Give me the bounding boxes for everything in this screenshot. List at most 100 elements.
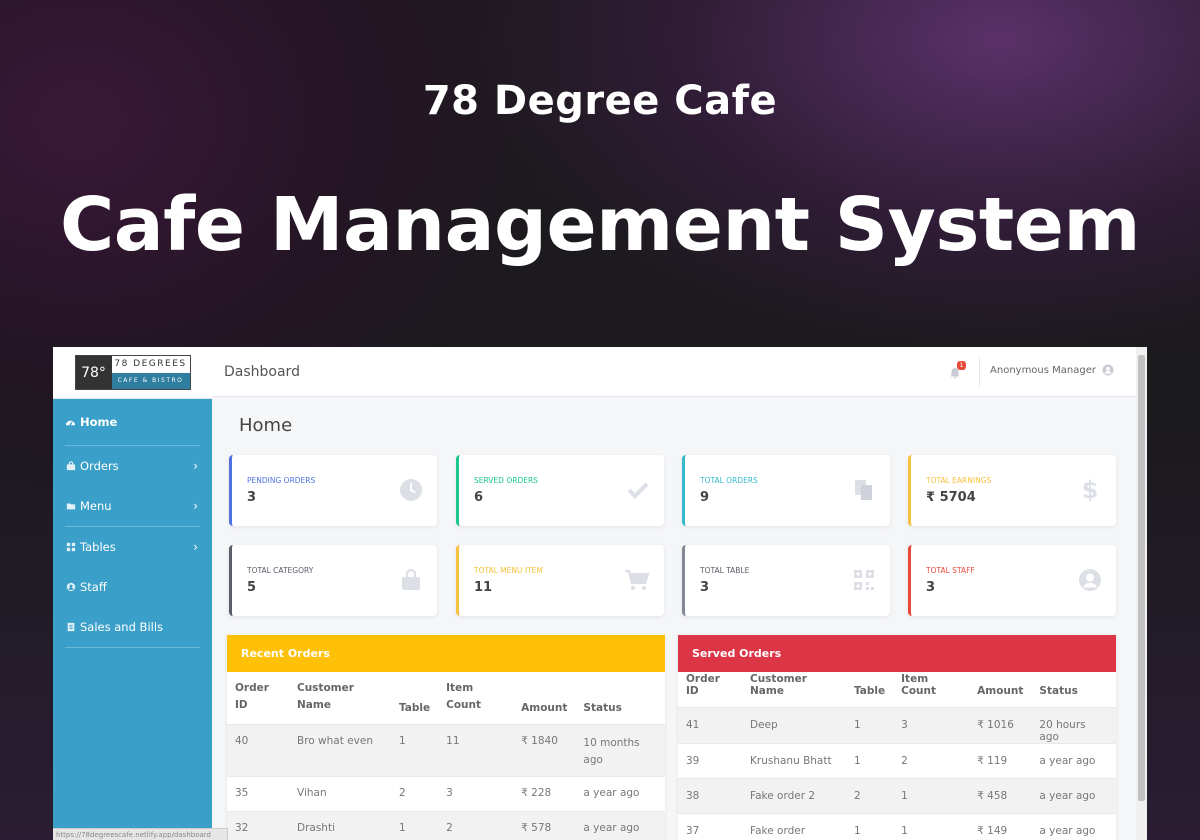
- stat-card-total-earnings[interactable]: TOTAL EARNINGS ₹ 5704 $: [908, 455, 1116, 526]
- cell-order-id: 35: [235, 786, 249, 799]
- stat-label: TOTAL TABLE: [700, 566, 750, 575]
- stat-card-total-table[interactable]: TOTAL TABLE 3: [682, 545, 890, 616]
- column-header[interactable]: Amount: [513, 672, 575, 724]
- stat-label: TOTAL ORDERS: [700, 476, 758, 485]
- notifications-button[interactable]: 1: [949, 361, 966, 383]
- cell-table: 1: [854, 754, 861, 767]
- cell-order-id: 40: [235, 734, 249, 747]
- cell-customer: Deep: [750, 718, 778, 731]
- cart-icon: [625, 569, 650, 590]
- stat-card-total-category[interactable]: TOTAL CATEGORY 5: [229, 545, 437, 616]
- stat-card-served-orders[interactable]: SERVED ORDERS 6: [456, 455, 664, 526]
- stat-label: TOTAL STAFF: [926, 566, 975, 575]
- column-header[interactable]: Table: [391, 672, 438, 724]
- cell-table: 1: [399, 821, 406, 834]
- column-header[interactable]: Customer Name: [289, 672, 391, 724]
- user-name: Anonymous Manager: [990, 364, 1096, 376]
- column-header[interactable]: Item Count: [893, 672, 969, 707]
- sidebar-item-label: Menu: [80, 499, 112, 513]
- table-header-row: Order ID Customer Name Table Item Count Amo…: [227, 672, 665, 724]
- table-row[interactable]: 35 Vihan 2 3 ₹ 228 a year ago: [227, 776, 665, 811]
- cell-status: a year ago: [1039, 789, 1096, 802]
- table-row[interactable]: 37 Fake order 1 1 ₹ 149 a year ago: [678, 813, 1116, 840]
- hero-subtitle: 78 Degree Cafe: [422, 78, 778, 124]
- user-menu[interactable]: Anonymous Manager: [990, 364, 1114, 376]
- column-header[interactable]: Order ID: [227, 672, 289, 724]
- column-header[interactable]: Customer Name: [742, 672, 846, 707]
- cell-order-id: 37: [686, 824, 700, 837]
- user-avatar-icon: [1102, 364, 1114, 376]
- panel-title: Recent Orders: [227, 635, 665, 672]
- table-row[interactable]: 41 Deep 1 3 ₹ 1016 20 hours ago: [678, 707, 1116, 743]
- cell-table: 2: [399, 786, 406, 799]
- stat-label: TOTAL EARNINGS: [926, 476, 992, 485]
- user-circle-icon: [65, 582, 76, 593]
- column-header[interactable]: Amount: [969, 672, 1031, 707]
- cell-order-id: 38: [686, 789, 700, 802]
- stat-label: PENDING ORDERS: [247, 476, 316, 485]
- column-header[interactable]: Status: [575, 672, 665, 724]
- sidebar-item-label: Staff: [80, 580, 107, 594]
- stat-card-total-menu-item[interactable]: TOTAL MENU ITEM 11: [456, 545, 664, 616]
- stat-label: TOTAL CATEGORY: [247, 566, 314, 575]
- logo-area[interactable]: 78° 78 DEGREES CAFE & BISTRO: [53, 347, 212, 399]
- sidebar-item-orders[interactable]: Orders ›: [53, 446, 212, 486]
- sidebar-item-home[interactable]: Home: [53, 399, 212, 445]
- sidebar-item-menu[interactable]: Menu ›: [53, 486, 212, 526]
- topbar-divider: [979, 357, 980, 387]
- column-header[interactable]: Item Count: [438, 672, 513, 724]
- table-row[interactable]: 40 Bro what even 1 11 ₹ 1840 10 months ag…: [227, 724, 665, 776]
- sidebar-item-label: Home: [80, 415, 118, 429]
- column-header[interactable]: Table: [846, 672, 893, 707]
- table-row[interactable]: 32 Drashti 1 2 ₹ 578 a year ago: [227, 811, 665, 840]
- scrollbar[interactable]: [1136, 347, 1147, 840]
- table-row[interactable]: 39 Krushanu Bhatt 1 2 ₹ 119 a year ago: [678, 743, 1116, 778]
- sidebar-item-staff[interactable]: Staff: [53, 567, 212, 607]
- app-window: 78° 78 DEGREES CAFE & BISTRO Home Orders…: [53, 347, 1147, 840]
- svg-text:$: $: [1082, 478, 1099, 502]
- stat-value: 6: [474, 490, 484, 505]
- stat-label: TOTAL MENU ITEM: [474, 566, 543, 575]
- cell-item-count: 3: [901, 718, 908, 731]
- clock-icon: [400, 479, 422, 501]
- cell-status: a year ago: [1039, 754, 1096, 767]
- sidebar-item-label: Orders: [80, 459, 119, 473]
- column-header[interactable]: Status: [1031, 672, 1116, 707]
- served-orders-table: Order ID Customer Name Table Item Count …: [678, 672, 1116, 840]
- stat-card-total-orders[interactable]: TOTAL ORDERS 9: [682, 455, 890, 526]
- panel-title: Served Orders: [678, 635, 1116, 672]
- cell-item-count: 2: [446, 821, 453, 834]
- sidebar-item-tables[interactable]: Tables ›: [53, 527, 212, 567]
- breadcrumb[interactable]: Dashboard: [224, 364, 300, 380]
- stat-card-total-staff[interactable]: TOTAL STAFF 3: [908, 545, 1116, 616]
- table-row[interactable]: 38 Fake order 2 2 1 ₹ 458 a year ago: [678, 778, 1116, 813]
- cell-status: a year ago: [1039, 824, 1096, 837]
- served-orders-panel: Served Orders Order ID Customer Name Tab…: [678, 635, 1116, 840]
- divider: [65, 647, 200, 648]
- main-content: Home PENDING ORDERS 3 SERVED ORDERS 6 TO…: [212, 397, 1136, 840]
- browser-status-url: https://78degreescafe.netlify.app/dashbo…: [53, 828, 228, 840]
- cell-amount: ₹ 1016: [977, 718, 1014, 731]
- cell-amount: ₹ 149: [977, 824, 1008, 837]
- user-icon: [1079, 569, 1101, 591]
- topbar: Dashboard 1 Anonymous Manager: [212, 347, 1136, 397]
- recent-orders-panel: Recent Orders Order ID Customer Name Table…: [227, 635, 665, 840]
- chevron-right-icon: ›: [193, 459, 198, 473]
- cell-status: a year ago: [583, 786, 640, 799]
- logo-tagline: CAFE & BISTRO: [111, 372, 190, 389]
- hero-title: Cafe Management System: [59, 182, 1141, 268]
- cell-customer: Fake order: [750, 824, 806, 837]
- cell-table: 2: [854, 789, 861, 802]
- cell-item-count: 1: [901, 789, 908, 802]
- chevron-right-icon: ›: [193, 540, 198, 554]
- column-header[interactable]: Order ID: [678, 672, 742, 707]
- scrollbar-thumb[interactable]: [1138, 355, 1145, 801]
- cell-status: a year ago: [583, 821, 640, 834]
- sidebar-item-sales-and-bills[interactable]: Sales and Bills: [53, 607, 212, 647]
- brand-logo[interactable]: 78° 78 DEGREES CAFE & BISTRO: [74, 355, 191, 390]
- bag-icon: [65, 461, 76, 472]
- stat-card-pending-orders[interactable]: PENDING ORDERS 3: [229, 455, 437, 526]
- stat-value: 5: [247, 580, 257, 595]
- cell-amount: ₹ 1840: [521, 734, 558, 747]
- cell-customer: Bro what even: [297, 734, 373, 747]
